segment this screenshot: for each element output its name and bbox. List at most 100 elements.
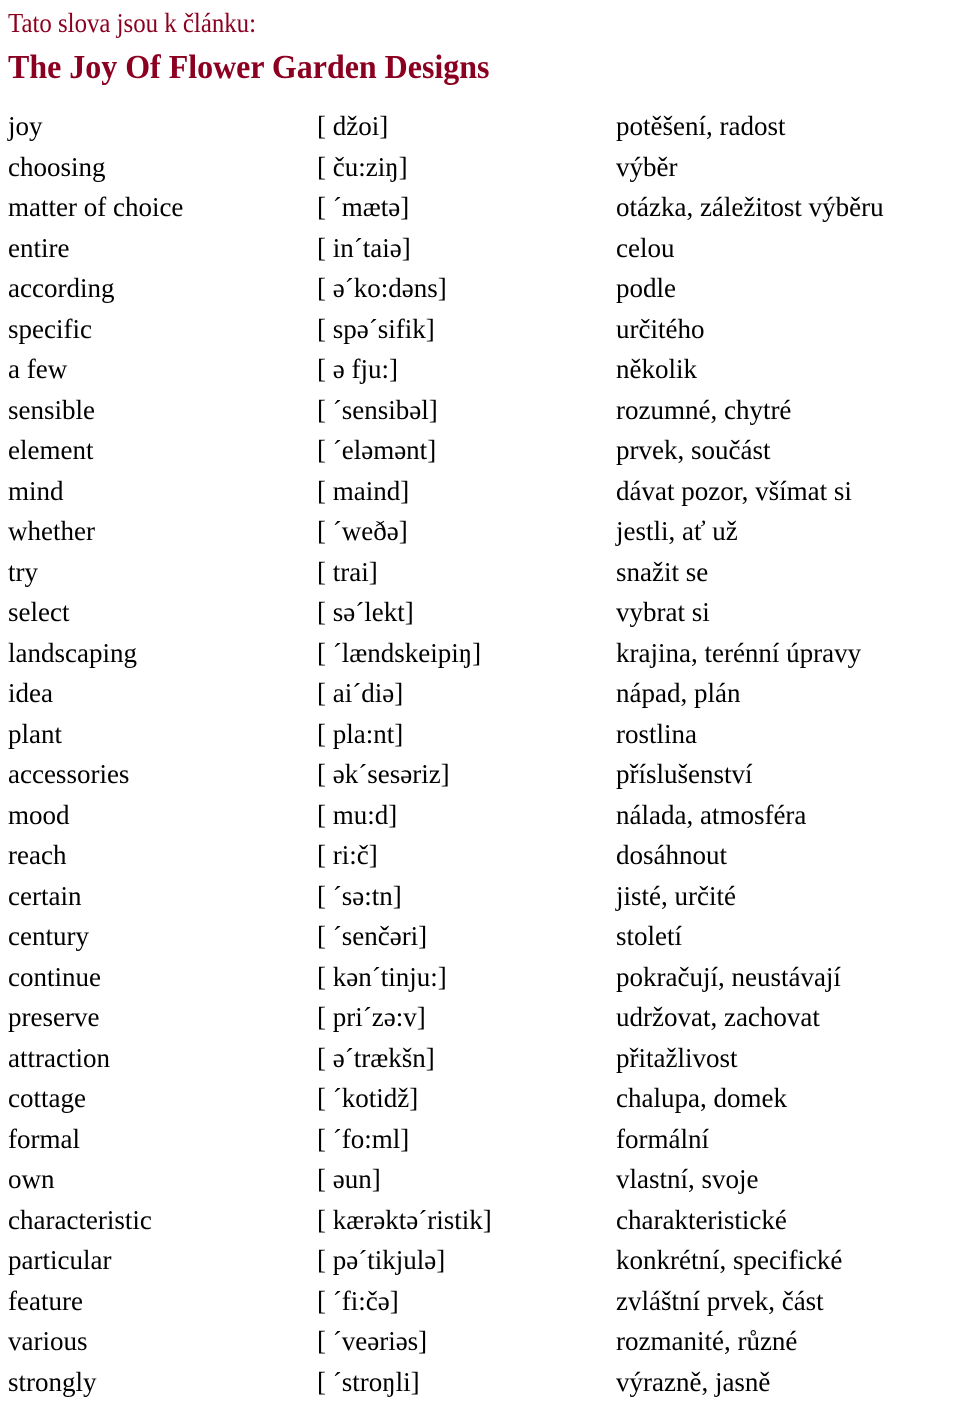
term-cell: specific bbox=[8, 313, 92, 344]
table-row: reach [ ri:č] dosáhnout bbox=[0, 835, 960, 876]
phonetic-cell: [ ču:ziŋ] bbox=[317, 151, 408, 182]
table-row: mind [ maind] dávat pozor, všímat si bbox=[0, 471, 960, 512]
meaning-cell: dávat pozor, všímat si bbox=[616, 475, 852, 506]
table-row: cottage [ ´kotidž] chalupa, domek bbox=[0, 1078, 960, 1119]
table-row: preserve [ pri´zə:v] udržovat, zachovat bbox=[0, 997, 960, 1038]
phonetic-cell: [ kən´tinju:] bbox=[317, 961, 447, 992]
meaning-cell: konkrétní, specifické bbox=[616, 1245, 843, 1275]
table-row: element [ ´eləmənt] prvek, součást bbox=[0, 430, 960, 471]
phonetic-cell: [ ´fi:čə] bbox=[317, 1285, 399, 1316]
table-row: continue [ kən´tinju:] pokračují, neustáva… bbox=[0, 957, 960, 998]
meaning-cell: formální bbox=[616, 1123, 709, 1154]
phonetic-cell: [ sə´lekt] bbox=[317, 597, 414, 627]
phonetic-cell: [ ´weðə] bbox=[317, 516, 408, 546]
phonetic-cell: [ ək´sesəriz] bbox=[317, 759, 450, 789]
phonetic-cell: [ ə fju:] bbox=[317, 354, 398, 384]
meaning-cell: jisté, určité bbox=[616, 880, 736, 911]
table-row: specific [ spə´sifik] určitého bbox=[0, 309, 960, 350]
phonetic-cell: [ ´fo:ml] bbox=[317, 1123, 410, 1154]
phonetic-cell: [ ´lændskeipiŋ] bbox=[317, 637, 482, 668]
meaning-cell: otázka, záležitost výběru bbox=[616, 192, 884, 222]
table-row: idea [ ai´diə] nápad, plán bbox=[0, 673, 960, 714]
table-row: select [ sə´lekt] vybrat si bbox=[0, 592, 960, 633]
table-row: try [ trai] snažit se bbox=[0, 552, 960, 593]
meaning-cell: nápad, plán bbox=[616, 678, 741, 708]
term-cell: select bbox=[8, 597, 70, 627]
phonetic-cell: [ trai] bbox=[317, 556, 378, 587]
meaning-cell: prvek, součást bbox=[616, 435, 771, 465]
meaning-cell: vlastní, svoje bbox=[616, 1164, 759, 1194]
term-cell: mood bbox=[8, 799, 70, 830]
phonetic-cell: [ spə´sifik] bbox=[317, 313, 435, 344]
term-cell: entire bbox=[8, 232, 70, 263]
table-row: matter of choice [ ´mætə] otázka, záležito… bbox=[0, 187, 960, 228]
meaning-cell: určitého bbox=[616, 313, 705, 344]
term-cell: mind bbox=[8, 475, 64, 506]
table-row: feature [ ´fi:čə] zvláštní prvek, část bbox=[0, 1281, 960, 1322]
term-cell: plant bbox=[8, 718, 62, 749]
phonetic-cell: [ ´stroŋli] bbox=[317, 1366, 420, 1397]
term-cell: sensible bbox=[8, 394, 95, 425]
phonetic-cell: [ ri:č] bbox=[317, 840, 378, 870]
term-cell: a few bbox=[8, 354, 68, 384]
meaning-cell: podle bbox=[616, 273, 676, 303]
table-row: choosing [ ču:ziŋ] výběr bbox=[0, 147, 960, 188]
phonetic-cell: [ ´mætə] bbox=[317, 192, 410, 222]
document-header: Tato slova jsou k článku: The Joy Of Flo… bbox=[0, 0, 960, 89]
meaning-cell: jestli, ať už bbox=[616, 516, 738, 546]
term-cell: reach bbox=[8, 840, 67, 870]
meaning-cell: charakteristické bbox=[616, 1204, 787, 1235]
meaning-cell: potěšení, radost bbox=[616, 111, 786, 141]
phonetic-cell: [ ´senčəri] bbox=[317, 921, 428, 951]
meaning-cell: rozmanité, různé bbox=[616, 1326, 798, 1356]
table-row: certain [ ´sə:tn] jisté, určité bbox=[0, 876, 960, 917]
phonetic-cell: [ əun] bbox=[317, 1164, 381, 1194]
meaning-cell: chalupa, domek bbox=[616, 1083, 787, 1113]
meaning-cell: krajina, terénní úpravy bbox=[616, 637, 862, 668]
term-cell: whether bbox=[8, 516, 95, 546]
table-row: century [ ´senčəri] století bbox=[0, 916, 960, 957]
meaning-cell: příslušenství bbox=[616, 759, 753, 789]
term-cell: strongly bbox=[8, 1366, 97, 1397]
phonetic-cell: [ kærəktə´ristik] bbox=[317, 1204, 492, 1235]
term-cell: feature bbox=[8, 1285, 83, 1316]
term-cell: particular bbox=[8, 1245, 112, 1275]
vocabulary-table: joy [ džoi] potěšení, radost choosing [ ču:z… bbox=[0, 106, 960, 1402]
meaning-cell: rostlina bbox=[616, 718, 697, 749]
phonetic-cell: [ in´taiə] bbox=[317, 232, 411, 263]
meaning-cell: dosáhnout bbox=[616, 840, 727, 870]
table-row: whether [ ´weðə] jestli, ať už bbox=[0, 511, 960, 552]
term-cell: own bbox=[8, 1164, 55, 1194]
table-row: a few [ ə fju:] několik bbox=[0, 349, 960, 390]
meaning-cell: několik bbox=[616, 354, 697, 384]
term-cell: accessories bbox=[8, 759, 130, 789]
phonetic-cell: [ ə´trækšn] bbox=[317, 1042, 435, 1073]
meaning-cell: výběr bbox=[616, 151, 678, 182]
term-cell: attraction bbox=[8, 1042, 110, 1073]
meaning-cell: zvláštní prvek, část bbox=[616, 1285, 824, 1316]
term-cell: try bbox=[8, 556, 38, 587]
term-cell: characteristic bbox=[8, 1204, 152, 1235]
meaning-cell: snažit se bbox=[616, 556, 709, 587]
table-row: strongly [ ´stroŋli] výrazně, jasně bbox=[0, 1362, 960, 1403]
phonetic-cell: [ ´eləmənt] bbox=[317, 435, 437, 465]
meaning-cell: výrazně, jasně bbox=[616, 1366, 771, 1397]
meaning-cell: nálada, atmosféra bbox=[616, 799, 807, 830]
term-cell: formal bbox=[8, 1123, 80, 1154]
phonetic-cell: [ ´sə:tn] bbox=[317, 880, 402, 911]
vocabulary-table-body: joy [ džoi] potěšení, radost choosing [ ču:z… bbox=[0, 106, 960, 1402]
phonetic-cell: [ džoi] bbox=[317, 111, 389, 141]
meaning-cell: vybrat si bbox=[616, 597, 710, 627]
term-cell: preserve bbox=[8, 1002, 100, 1032]
table-row: entire [ in´taiə] celou bbox=[0, 228, 960, 269]
meaning-cell: přitažlivost bbox=[616, 1042, 738, 1073]
term-cell: choosing bbox=[8, 151, 106, 182]
table-row: sensible [ ´sensibəl] rozumné, chytré bbox=[0, 390, 960, 431]
term-cell: certain bbox=[8, 880, 82, 911]
term-cell: various bbox=[8, 1326, 88, 1356]
term-cell: according bbox=[8, 273, 115, 303]
table-row: particular [ pə´tikjulə] konkrétní, specif… bbox=[0, 1240, 960, 1281]
phonetic-cell: [ ´kotidž] bbox=[317, 1083, 419, 1113]
table-row: plant [ pla:nt] rostlina bbox=[0, 714, 960, 755]
phonetic-cell: [ ai´diə] bbox=[317, 678, 404, 708]
